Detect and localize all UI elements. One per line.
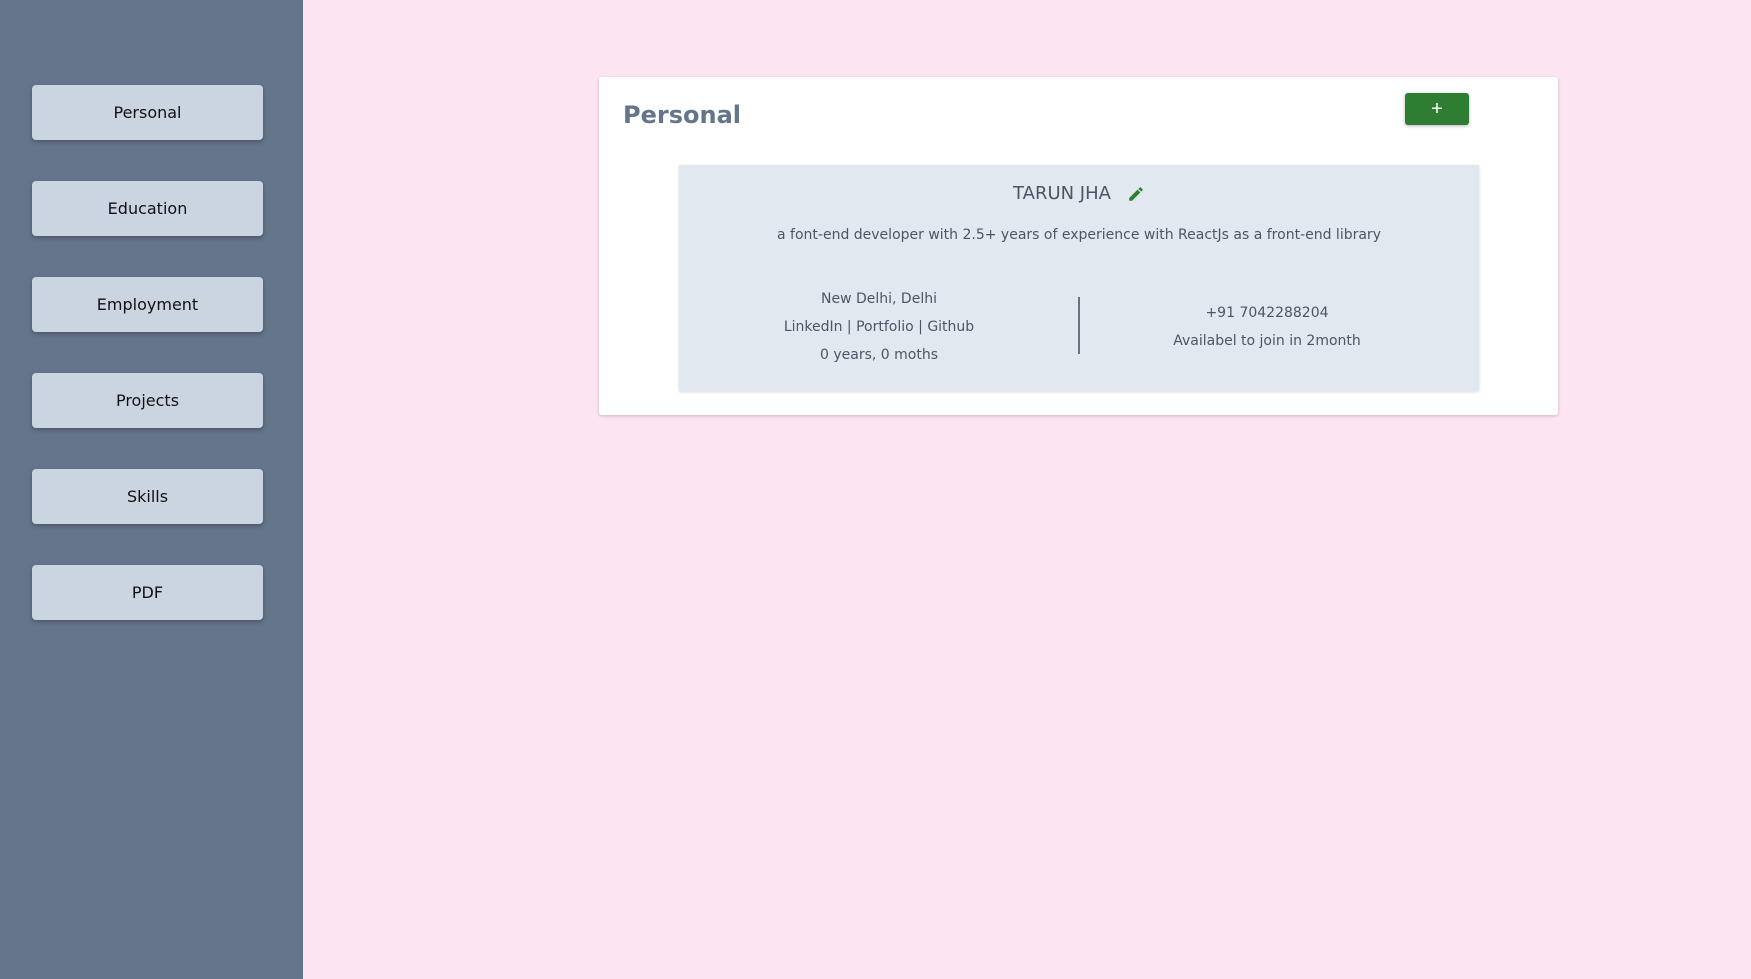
sidebar-item-skills[interactable]: Skills (32, 469, 263, 524)
profile-links: LinkedIn | Portfolio | Github (783, 319, 975, 335)
personal-section-card: Personal + TARUN JHA a font-end develope… (599, 77, 1558, 415)
profile-location: New Delhi, Delhi (821, 291, 937, 307)
personal-info-panel: TARUN JHA a font-end developer with 2.5+… (679, 165, 1479, 391)
sidebar-item-education[interactable]: Education (32, 181, 263, 236)
profile-experience: 0 years, 0 moths (819, 347, 938, 363)
profile-name: TARUN JHA (1013, 183, 1111, 204)
sidebar-item-personal[interactable]: Personal (32, 85, 263, 140)
profile-details-left: New Delhi, Delhi LinkedIn | Portfolio | … (679, 285, 1079, 369)
section-title: Personal (623, 101, 741, 129)
profile-availability: Availabel to join in 2month (1173, 333, 1361, 349)
profile-details-right: +91 7042288204 Availabel to join in 2mon… (1079, 299, 1455, 355)
profile-summary: a font-end developer with 2.5+ years of … (777, 227, 1381, 243)
sidebar-item-pdf[interactable]: PDF (32, 565, 263, 620)
sidebar-item-employment[interactable]: Employment (32, 277, 263, 332)
sidebar: Personal Education Employment Projects S… (0, 0, 303, 979)
sidebar-item-projects[interactable]: Projects (32, 373, 263, 428)
name-row: TARUN JHA (679, 183, 1479, 204)
pencil-icon[interactable] (1127, 185, 1145, 203)
add-button[interactable]: + (1405, 93, 1469, 125)
profile-phone: +91 7042288204 (1205, 305, 1329, 321)
